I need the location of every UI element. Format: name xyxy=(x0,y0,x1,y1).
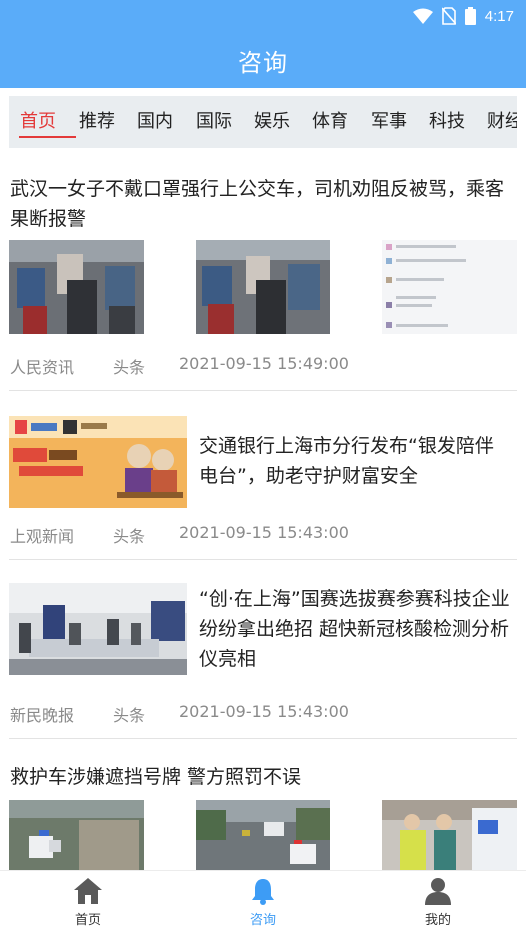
article-thumbnail[interactable] xyxy=(382,800,517,870)
article-title[interactable]: “创·在上海”国赛选拔赛参赛科技企业纷纷拿出绝招 超快新冠核酸检测分析仪亮相 xyxy=(199,584,511,674)
article-source: 新民晚报 xyxy=(10,706,75,725)
news-feed[interactable]: 武汉一女子不戴口罩强行上公交车，司机劝阻反被骂，乘客果断报警 人民资讯 头条 2… xyxy=(0,150,526,870)
article-tag: 头条 xyxy=(113,527,146,546)
traffic-camera-image xyxy=(196,800,330,870)
article-thumbnail[interactable] xyxy=(382,240,517,334)
article-meta: 人民资讯 头条 2021-09-15 15:49:00 xyxy=(10,354,349,378)
bell-icon xyxy=(252,879,274,905)
article-title[interactable]: 救护车涉嫌遮挡号牌 警方照罚不误 xyxy=(10,762,516,792)
battery-icon xyxy=(464,7,476,25)
bank-promo-image xyxy=(9,416,187,508)
article-time: 2021-09-15 15:49:00 xyxy=(179,354,349,373)
status-time: 4:17 xyxy=(484,7,514,25)
nav-profile[interactable]: 我的 xyxy=(378,877,498,928)
divider xyxy=(9,559,517,560)
bottom-navigation: 首页 咨询 我的 xyxy=(0,870,526,936)
article-source: 上观新闻 xyxy=(10,527,75,546)
divider xyxy=(9,390,517,391)
wifi-icon xyxy=(412,8,433,24)
divider xyxy=(9,738,517,739)
tab-recommend[interactable]: 推荐 xyxy=(79,108,115,136)
police-photo-image xyxy=(382,800,517,870)
nav-label: 首页 xyxy=(74,913,101,928)
app-header: 咨询 xyxy=(0,32,526,88)
article-source: 人民资讯 xyxy=(10,358,75,377)
category-tab-bar[interactable]: 首页 推荐 国内 国际 娱乐 体育 军事 科技 财经 xyxy=(9,96,517,148)
article-thumbnail[interactable] xyxy=(9,240,144,334)
bus-photo-image xyxy=(9,240,144,334)
no-sim-icon xyxy=(441,7,456,25)
article-thumbnail[interactable] xyxy=(9,800,144,870)
tab-international[interactable]: 国际 xyxy=(196,108,232,136)
article-thumbnail[interactable] xyxy=(196,240,330,334)
tab-tech[interactable]: 科技 xyxy=(429,108,465,136)
status-icons: 4:17 xyxy=(412,6,514,26)
page-title: 咨询 xyxy=(238,48,288,77)
article-meta: 新民晚报 头条 2021-09-15 15:43:00 xyxy=(10,702,349,726)
article-title[interactable]: 交通银行上海市分行发布“银发陪伴电台”，助老守护财富安全 xyxy=(199,431,511,491)
conference-photo-image xyxy=(9,583,187,675)
active-tab-indicator xyxy=(19,136,76,138)
ambulance-photo-image xyxy=(9,800,144,870)
tab-domestic[interactable]: 国内 xyxy=(137,108,173,136)
nav-label: 我的 xyxy=(424,913,451,928)
tab-military[interactable]: 军事 xyxy=(371,108,407,136)
article-time: 2021-09-15 15:43:00 xyxy=(179,702,349,721)
article-thumbnail[interactable] xyxy=(196,800,330,870)
article-thumbnail[interactable] xyxy=(9,583,187,675)
article-meta: 上观新闻 头条 2021-09-15 15:43:00 xyxy=(10,523,349,547)
user-icon xyxy=(425,878,451,905)
tab-sports[interactable]: 体育 xyxy=(312,108,348,136)
tab-home[interactable]: 首页 xyxy=(20,108,56,136)
status-bar: 4:17 xyxy=(0,0,526,32)
article-time: 2021-09-15 15:43:00 xyxy=(179,523,349,542)
nav-consult[interactable]: 咨询 xyxy=(203,877,323,928)
article-thumbnail[interactable] xyxy=(9,416,187,508)
nav-home[interactable]: 首页 xyxy=(28,877,148,928)
article-tag: 头条 xyxy=(113,706,146,725)
article-title[interactable]: 武汉一女子不戴口罩强行上公交车，司机劝阻反被骂，乘客果断报警 xyxy=(10,174,516,234)
tab-finance[interactable]: 财经 xyxy=(487,108,517,136)
bus-photo-image xyxy=(196,240,330,334)
home-icon xyxy=(74,878,102,904)
article-tag: 头条 xyxy=(113,358,146,377)
nav-label: 咨询 xyxy=(249,913,276,928)
chat-screenshot-image xyxy=(382,240,517,334)
tab-entertainment[interactable]: 娱乐 xyxy=(254,108,290,136)
